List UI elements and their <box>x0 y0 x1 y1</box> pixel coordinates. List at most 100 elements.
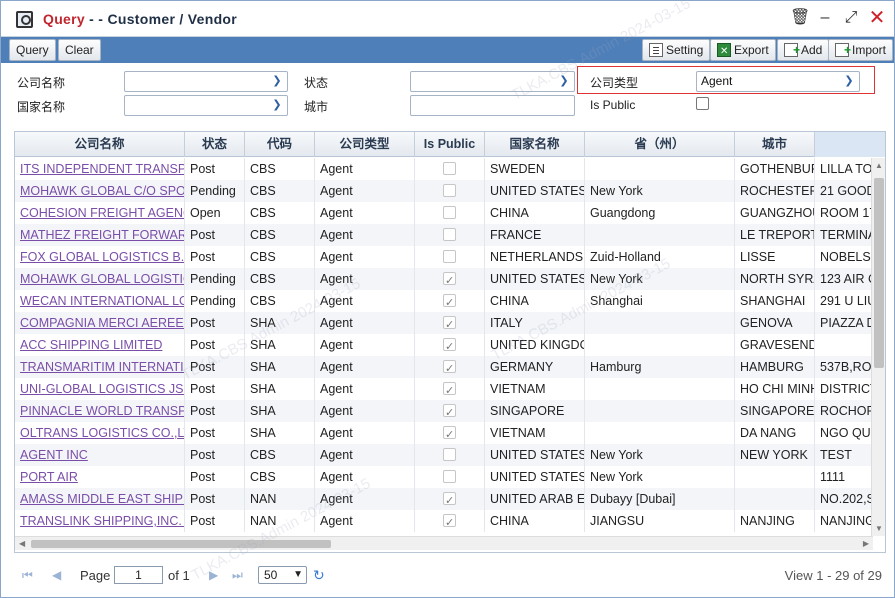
table-row[interactable]: WECAN INTERNATIONAL LOGISTICSPendingCBSA… <box>15 290 873 312</box>
minimize-icon[interactable]: – <box>816 9 834 27</box>
horizontal-scrollbar[interactable]: ◀ ▶ <box>15 536 873 550</box>
col-header-province[interactable]: 省（州） <box>585 132 735 157</box>
table-row[interactable]: OLTRANS LOGISTICS CO.,LTDPostSHAAgent VIE… <box>15 422 873 444</box>
table-row[interactable]: AGENT INC Post CBS Agent UNITED STATES New Yo… <box>15 444 873 466</box>
cell-company-name[interactable]: UNI-GLOBAL LOGISTICS JSC <box>15 378 185 400</box>
page-size-select[interactable]: 50 ▼ <box>258 566 307 584</box>
cell-status: Pending <box>185 268 245 290</box>
last-page-icon[interactable]: ⏭ <box>232 568 243 583</box>
cell-status: Post <box>185 466 245 488</box>
setting-button[interactable]: Setting <box>642 39 711 61</box>
table-row[interactable]: FOX GLOBAL LOGISTICS B.V. Post CBS Agent NET… <box>15 246 873 268</box>
cell-is-public <box>415 466 485 488</box>
scroll-up-icon[interactable]: ▲ <box>874 161 884 170</box>
col-header-city[interactable]: 城市 <box>735 132 815 157</box>
table-row[interactable]: MATHEZ FREIGHT FORWARDINGPostCBSAgent FRA… <box>15 224 873 246</box>
cell-is-public <box>415 268 485 290</box>
table-row[interactable]: UNI-GLOBAL LOGISTICS JSCPostSHAAgent VIET… <box>15 378 873 400</box>
company-name-select[interactable]: ❯ <box>124 71 288 92</box>
is-public-checkbox[interactable] <box>696 97 709 110</box>
trash-icon[interactable]: 🗑 <box>790 9 810 27</box>
horizontal-scroll-thumb[interactable] <box>31 540 331 548</box>
cell-company-name[interactable]: PORT AIR <box>15 466 185 488</box>
table-row[interactable]: COHESION FREIGHT AGENCY Open CBS Agent CHINA… <box>15 202 873 224</box>
col-header-country[interactable]: 国家名称 <box>485 132 585 157</box>
status-select[interactable]: ❯ <box>410 71 575 92</box>
cell-company-name[interactable]: TRANSLINK SHIPPING,INC. NJ <box>15 510 185 532</box>
country-select[interactable]: ❯ <box>124 95 288 116</box>
cell-address: 1111 <box>815 466 873 488</box>
vertical-scrollbar[interactable]: ▲ ▼ <box>871 158 885 536</box>
import-button[interactable]: Import <box>828 39 894 61</box>
cell-code: SHA <box>245 356 315 378</box>
table-row[interactable]: MOHAWK GLOBAL C/O SPOTLIGHTPendingCBSAge… <box>15 180 873 202</box>
cell-city <box>735 466 815 488</box>
cell-address: 21 GOOD <box>815 180 873 202</box>
table-row[interactable]: TRANSMARITIM INTERNATIONALPostSHAAgent GE… <box>15 356 873 378</box>
cell-company-name[interactable]: OLTRANS LOGISTICS CO.,LTD <box>15 422 185 444</box>
cell-company-name[interactable]: TRANSMARITIM INTERNATIONAL <box>15 356 185 378</box>
cell-company-name[interactable]: MOHAWK GLOBAL C/O SPOTLIGHT <box>15 180 185 202</box>
cell-status: Post <box>185 510 245 532</box>
table-row[interactable]: COMPAGNIA MERCI AEREE SPAPostSHAAgent ITA… <box>15 312 873 334</box>
is-public-cell-checkbox <box>443 162 456 175</box>
is-public-cell-checkbox <box>443 228 456 241</box>
col-header-company-name[interactable]: 公司名称 <box>15 132 185 157</box>
cell-company-name[interactable]: ACC SHIPPING LIMITED <box>15 334 185 356</box>
query-button[interactable]: Query <box>9 39 56 61</box>
col-header-company-type[interactable]: 公司类型 <box>315 132 415 157</box>
scroll-down-icon[interactable]: ▼ <box>874 524 884 533</box>
cell-company-name[interactable]: WECAN INTERNATIONAL LOGISTICS <box>15 290 185 312</box>
cell-company-name[interactable]: PINNACLE WORLD TRANSPORT <box>15 400 185 422</box>
scroll-left-icon[interactable]: ◀ <box>19 537 25 551</box>
cell-company-name[interactable]: MOHAWK GLOBAL LOGISTICS <box>15 268 185 290</box>
company-type-select[interactable]: Agent ❯ <box>696 71 860 92</box>
table-row[interactable]: ACC SHIPPING LIMITEDPostSHAAgent UNITED K… <box>15 334 873 356</box>
clear-button[interactable]: Clear <box>58 39 101 61</box>
is-public-cell-checkbox <box>443 206 456 219</box>
cell-company-name[interactable]: COMPAGNIA MERCI AEREE SPA <box>15 312 185 334</box>
cell-company-type: Agent <box>315 400 415 422</box>
window-title: Query - - Customer / Vendor <box>43 11 237 27</box>
refresh-icon[interactable]: ↻ <box>313 567 325 584</box>
cell-company-name[interactable]: AGENT INC <box>15 444 185 466</box>
cell-code: CBS <box>245 444 315 466</box>
table-row[interactable]: PINNACLE WORLD TRANSPORTPostSHAAgent SING… <box>15 400 873 422</box>
next-page-icon[interactable]: ▶ <box>209 568 218 582</box>
chevron-down-icon: ❯ <box>844 75 854 87</box>
cell-code: NAN <box>245 510 315 532</box>
table-row[interactable]: MOHAWK GLOBAL LOGISTICSPendingCBSAgent UN… <box>15 268 873 290</box>
cell-city: LE TREPORT <box>735 224 815 246</box>
col-header-status[interactable]: 状态 <box>185 132 245 157</box>
cell-company-name[interactable]: AMASS MIDDLE EAST SHIPPING <box>15 488 185 510</box>
scroll-right-icon[interactable]: ▶ <box>863 537 869 551</box>
col-header-is-public[interactable]: Is Public <box>415 132 485 157</box>
cell-address: PIAZZA D <box>815 312 873 334</box>
vertical-scroll-thumb[interactable] <box>874 178 884 368</box>
prev-page-icon[interactable]: ◀ <box>52 568 61 582</box>
maximize-icon[interactable]: ⤢ <box>842 9 860 27</box>
cell-company-name[interactable]: COHESION FREIGHT AGENCY <box>15 202 185 224</box>
table-row[interactable]: PORT AIR Post CBS Agent UNITED STATES New Yor… <box>15 466 873 488</box>
export-button[interactable]: Export <box>710 39 776 62</box>
cell-company-name[interactable]: ITS INDEPENDENT TRANSPORT <box>15 158 185 180</box>
cell-company-name[interactable]: FOX GLOBAL LOGISTICS B.V. <box>15 246 185 268</box>
col-header-code[interactable]: 代码 <box>245 132 315 157</box>
cell-is-public <box>415 510 485 532</box>
cell-is-public <box>415 312 485 334</box>
first-page-icon[interactable]: ⏮ <box>22 568 33 583</box>
table-row[interactable]: TRANSLINK SHIPPING,INC. NJPostNANAgent CH… <box>15 510 873 532</box>
table-row[interactable]: ITS INDEPENDENT TRANSPORTPostCBSAgent SWE… <box>15 158 873 180</box>
cell-company-name[interactable]: MATHEZ FREIGHT FORWARDING <box>15 224 185 246</box>
cell-code: CBS <box>245 158 315 180</box>
table-row[interactable]: AMASS MIDDLE EAST SHIPPINGPostNANAgent UN… <box>15 488 873 510</box>
cell-company-type: Agent <box>315 158 415 180</box>
page-number-input[interactable]: 1 <box>114 566 163 584</box>
cell-city: HAMBURG <box>735 356 815 378</box>
city-input[interactable] <box>410 95 575 116</box>
cell-is-public <box>415 356 485 378</box>
col-header-address[interactable] <box>815 132 885 157</box>
cell-province <box>585 334 735 356</box>
close-icon[interactable]: ✕ <box>868 8 886 28</box>
add-button[interactable]: Add <box>777 39 830 61</box>
